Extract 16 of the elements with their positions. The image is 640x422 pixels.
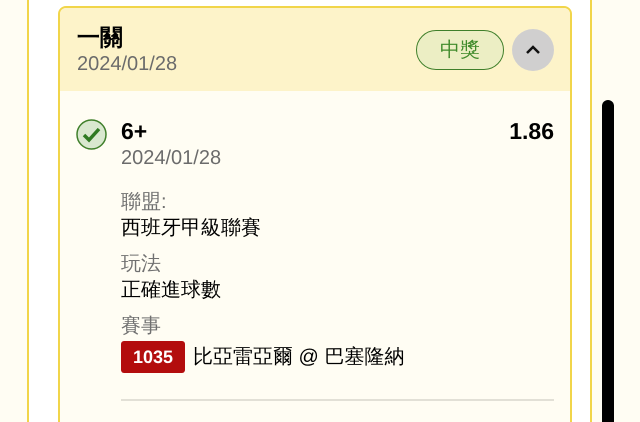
match-number-badge: 1035	[121, 341, 185, 373]
field-value: 西班牙甲級聯賽	[121, 216, 262, 241]
field-label: 賽事	[121, 314, 162, 339]
field-label: 玩法	[121, 252, 162, 277]
field-value: 正確進球數	[121, 278, 222, 303]
selection-pick: 6+	[121, 117, 148, 145]
bet-title: 一關	[77, 22, 124, 50]
odds: 1.86	[509, 117, 554, 145]
caret-icon	[525, 44, 541, 54]
bet-date: 2024/01/28	[77, 52, 178, 76]
match-name: 比亞雷亞爾 @ 巴塞隆納	[193, 345, 404, 370]
collapse-button[interactable]	[512, 28, 554, 70]
scrollbar[interactable]	[602, 100, 614, 422]
status-badge: 中獎	[416, 30, 504, 70]
selection-date: 2024/01/28	[121, 146, 222, 171]
field-label: 聯盟:	[121, 190, 168, 215]
